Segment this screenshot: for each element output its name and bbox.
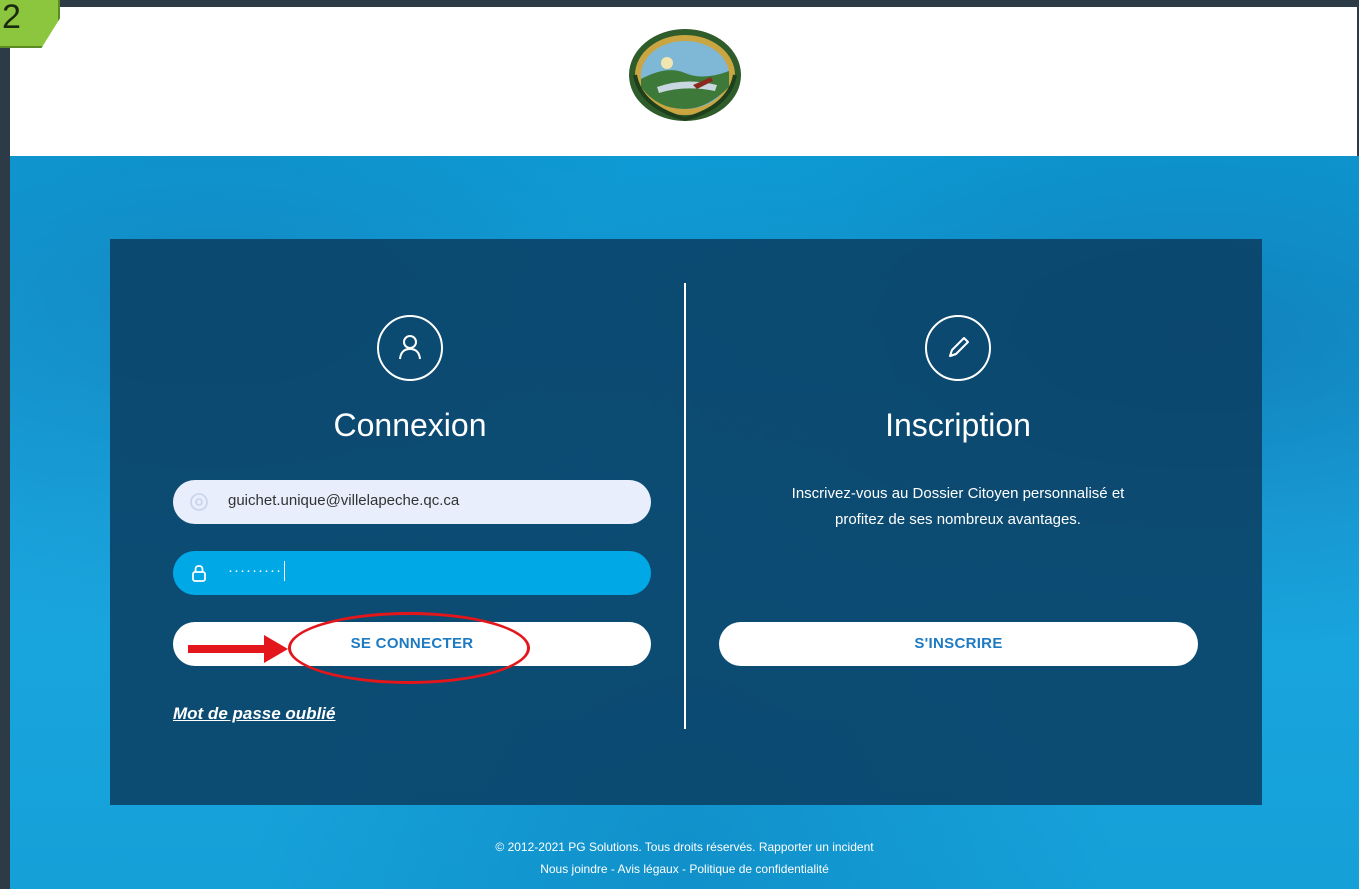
lock-icon	[192, 565, 206, 582]
slide-frame-top	[0, 0, 1359, 7]
password-field[interactable]: ·········	[173, 551, 651, 595]
password-value: ·········	[228, 561, 285, 581]
login-title: Connexion	[333, 407, 487, 443]
municipality-logo[interactable]	[627, 27, 743, 123]
footer-links[interactable]: Nous joindre - Avis légaux - Politique d…	[10, 862, 1359, 876]
user-icon	[377, 315, 443, 381]
site-header	[10, 7, 1357, 156]
forgot-password-link[interactable]: Mot de passe oublié	[173, 704, 335, 724]
footer-copyright: © 2012-2021 PG Solutions. Tous droits ré…	[495, 840, 874, 854]
arrow-right-icon	[188, 635, 288, 663]
signup-description: Inscrivez-vous au Dossier Citoyen person…	[791, 485, 1125, 528]
signup-title: Inscription	[885, 407, 1031, 443]
auth-panel: Connexion guichet.unique@villelapeche.qc…	[110, 239, 1262, 805]
highlight-ellipse	[288, 612, 530, 684]
at-icon	[190, 493, 208, 511]
slide-frame-left	[0, 0, 10, 889]
pencil-icon	[925, 315, 991, 381]
signup-button[interactable]: S'INSCRIRE	[719, 622, 1198, 666]
step-number: 2	[2, 0, 21, 36]
panel-divider	[684, 283, 686, 729]
email-value: guichet.unique@villelapeche.qc.ca	[228, 492, 460, 509]
email-field[interactable]: guichet.unique@villelapeche.qc.ca	[173, 480, 651, 524]
hero-background: Connexion guichet.unique@villelapeche.qc…	[10, 156, 1359, 889]
